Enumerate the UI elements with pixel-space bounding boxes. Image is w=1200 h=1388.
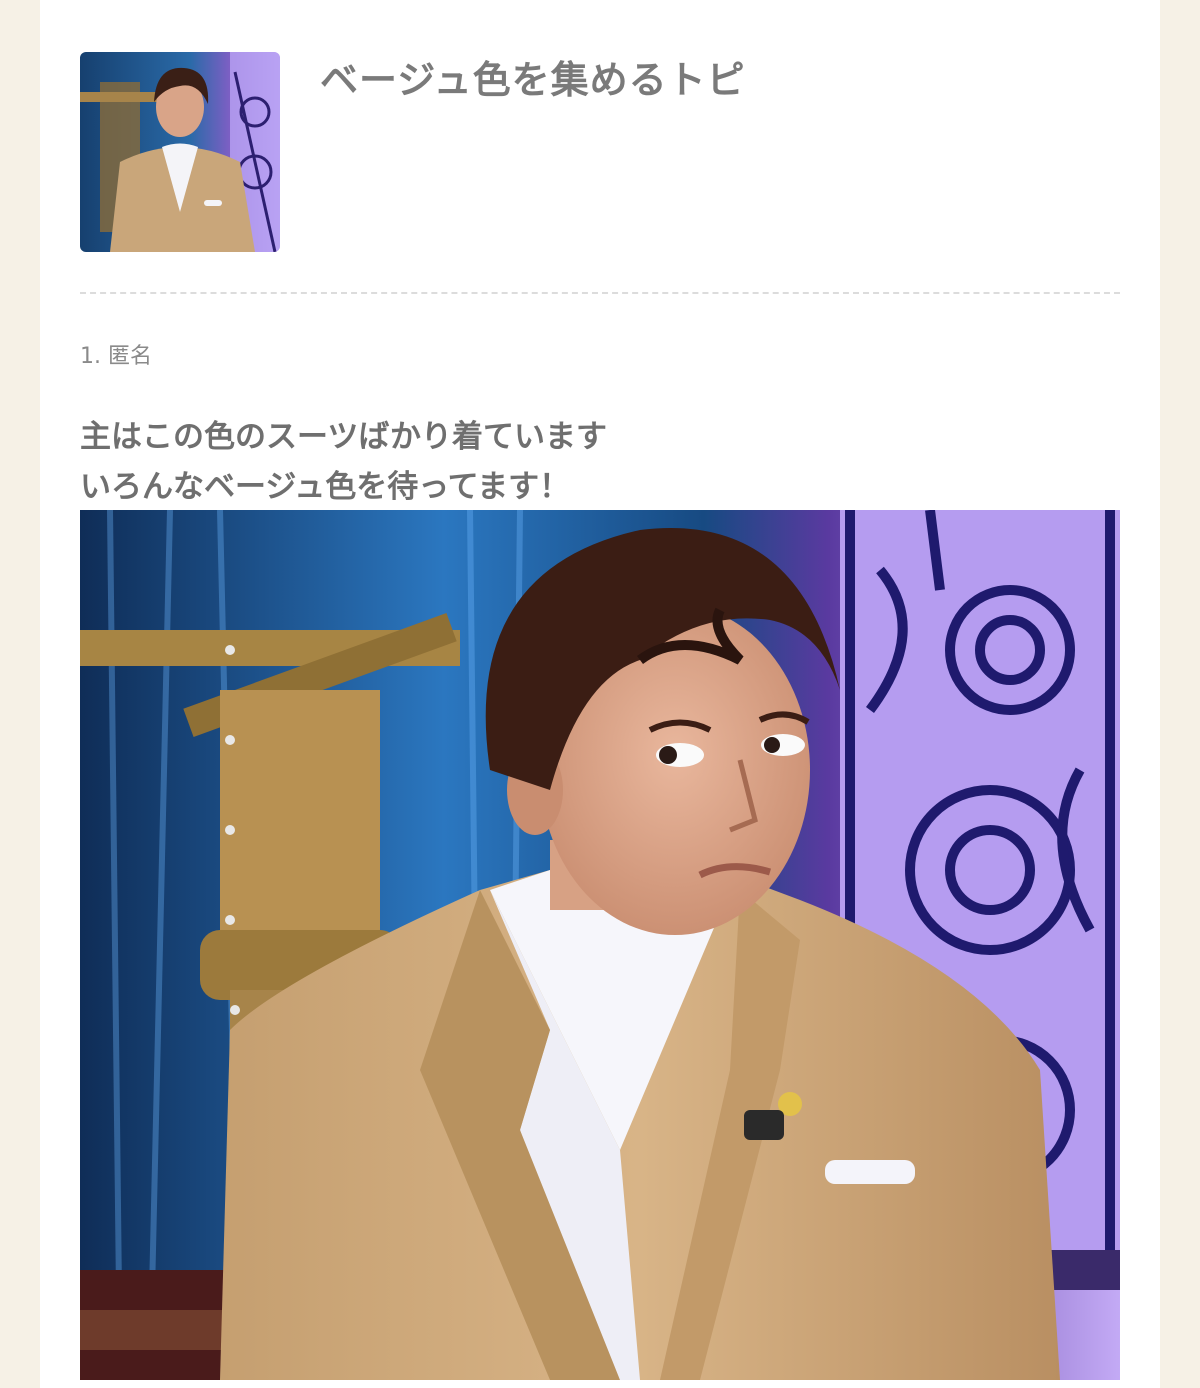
comment-line: 主はこの色のスーツばかり着ています [80,419,607,455]
thumbnail-photo [80,52,280,252]
photo-man-beige-suit [80,510,1120,1380]
section-divider [80,292,1120,294]
topic-header: ベージュ色を集めるトピ [80,52,1120,252]
topic-page: ベージュ色を集めるトピ 1. 匿名 主はこの色のスーツばかり着ています いろんな… [40,0,1160,1388]
topic-title: ベージュ色を集めるトピ [320,58,746,102]
comment-number-author: 1. 匿名 [80,344,152,369]
comment-photo[interactable] [80,510,1160,1380]
topic-thumbnail[interactable] [80,52,280,252]
comment-line: いろんなベージュ色を待ってます！ [80,469,571,505]
comment-body: 主はこの色のスーツばかり着ています いろんなベージュ色を待ってます！ [80,412,1120,512]
